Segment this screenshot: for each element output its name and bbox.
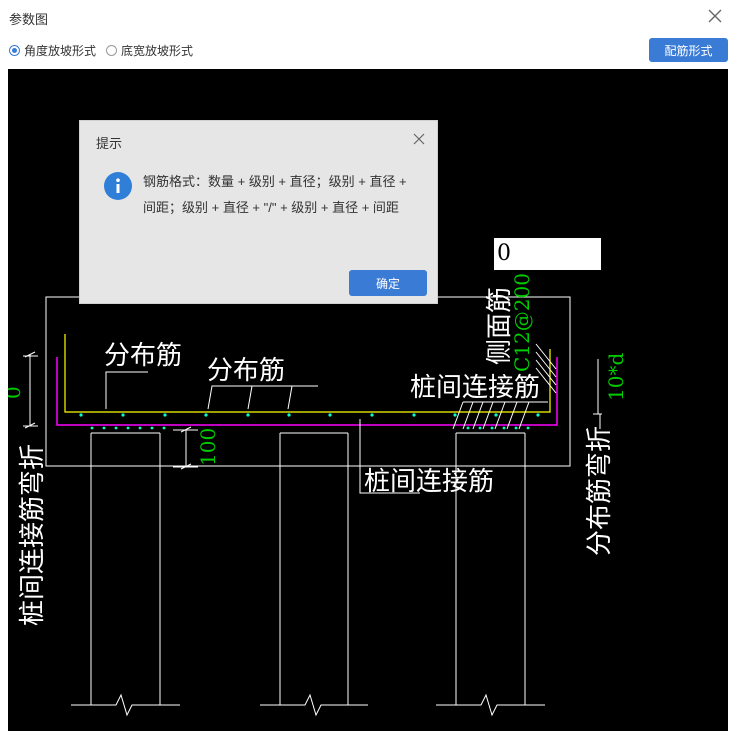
close-icon[interactable] bbox=[705, 6, 725, 26]
tip-dialog: 提示 钢筋格式：数量 + 级别 + 直径；级别 + 直径 + 间距；级别 + 直… bbox=[79, 120, 438, 304]
radio-unchecked-icon[interactable] bbox=[106, 44, 117, 56]
close-icon[interactable] bbox=[411, 131, 427, 147]
rebar-dots bbox=[79, 413, 540, 430]
dialog-message: 钢筋格式：数量 + 级别 + 直径；级别 + 直径 + 间距；级别 + 直径 +… bbox=[143, 174, 407, 215]
radio-angle-label: 角度放坡形式 bbox=[24, 43, 97, 58]
window-titlebar: 参数图 bbox=[0, 0, 733, 34]
radio-angle-slope[interactable]: 角度放坡形式 bbox=[9, 41, 96, 59]
label-pile-connection-rebar-bottom[interactable]: 桩间连接筋 bbox=[364, 467, 494, 497]
dim-bend-length[interactable]: 10*d bbox=[604, 353, 628, 401]
dim-bottom-cover[interactable]: 100 bbox=[196, 428, 220, 466]
label-distribution-bend[interactable]: 分布筋弯折 bbox=[585, 426, 615, 556]
dim-side-spec[interactable]: C12@200 bbox=[510, 273, 534, 372]
label-pile-connection-rebar-right[interactable]: 桩间连接筋 bbox=[410, 373, 540, 403]
radio-width-slope[interactable]: 底宽放坡形式 bbox=[106, 41, 193, 59]
window-title: 参数图 bbox=[9, 12, 49, 27]
options-bar: 角度放坡形式 底宽放坡形式 bbox=[0, 36, 733, 64]
dialog-title: 提示 bbox=[96, 136, 123, 151]
dimension-value-input[interactable]: 0 bbox=[494, 238, 601, 270]
label-distribution-rebar-2[interactable]: 分布筋 bbox=[207, 356, 285, 386]
info-icon bbox=[104, 172, 132, 200]
rebar-config-button[interactable]: 配筋形式 bbox=[649, 38, 728, 62]
ok-button[interactable]: 确定 bbox=[349, 270, 427, 296]
radio-checked-icon[interactable] bbox=[9, 44, 20, 56]
label-pile-connection-bend[interactable]: 桩间连接筋弯折 bbox=[18, 444, 48, 626]
radio-width-label: 底宽放坡形式 bbox=[121, 43, 194, 58]
dim-left-height[interactable]: 0 bbox=[1, 386, 25, 399]
label-distribution-rebar-1[interactable]: 分布筋 bbox=[104, 341, 182, 371]
